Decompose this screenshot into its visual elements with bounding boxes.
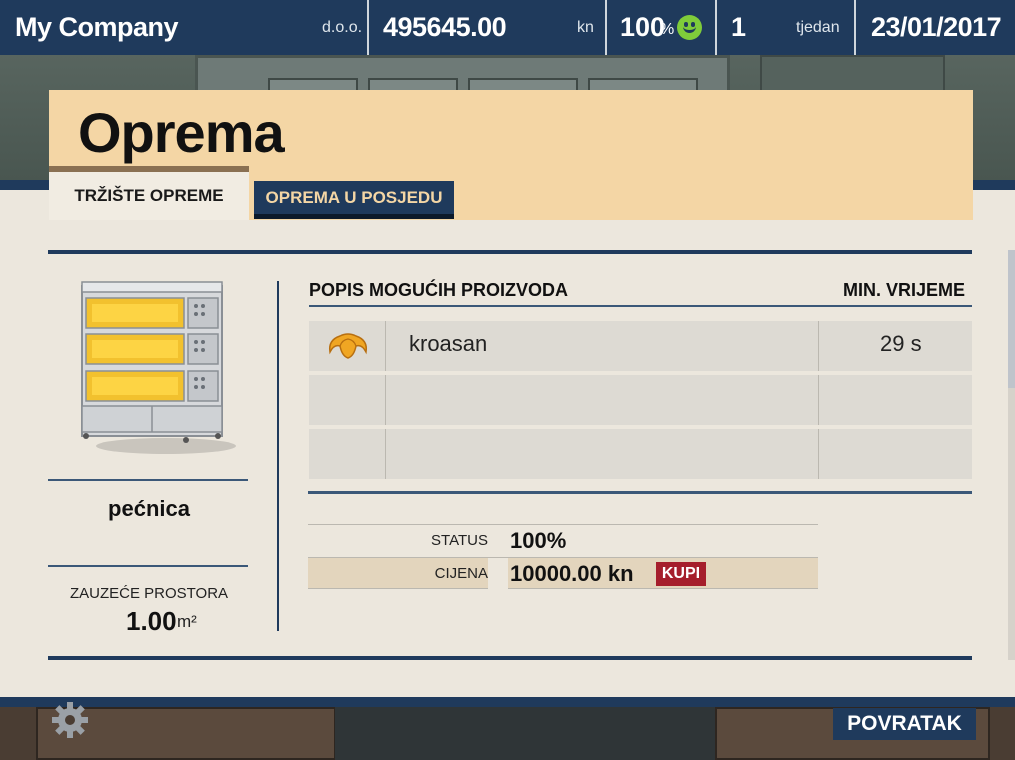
smiley-icon — [677, 15, 702, 40]
date-value: 23/01/2017 — [871, 12, 1002, 42]
back-button[interactable]: POVRATAK — [833, 708, 976, 740]
equipment-name: pećnica — [108, 496, 190, 521]
tab-equipment-market[interactable]: TRŽIŠTE OPREME — [49, 166, 249, 220]
space-unit: m² — [177, 612, 197, 631]
company-name: My Company — [15, 12, 179, 42]
space-value: 1.00 — [126, 606, 177, 636]
week-label: tjedan — [796, 18, 840, 36]
scrollbar-thumb[interactable] — [1008, 250, 1015, 388]
section-divider-bottom — [48, 656, 972, 660]
oven-illustration — [81, 281, 236, 454]
currency-label: kn — [577, 18, 594, 36]
page-title: Oprema — [78, 101, 285, 164]
divider — [367, 0, 369, 55]
divider — [48, 479, 248, 481]
scrollbar[interactable] — [1008, 250, 1015, 660]
top-bar: My Company d.o.o. 495645.00 kn 100 % 1 t… — [0, 0, 1015, 55]
status-row: STATUS 100% — [308, 524, 818, 556]
gear-icon[interactable] — [50, 700, 90, 740]
divider — [605, 0, 607, 55]
croissant-icon — [328, 333, 368, 359]
price-row: CIJENA 10000.00 kn — [308, 557, 818, 590]
space-label: ZAUZEĆE PROSTORA — [69, 585, 229, 602]
status-label: STATUS — [431, 532, 488, 549]
product-time: 29 s — [880, 331, 922, 356]
min-time-header: MIN. VRIJEME — [843, 280, 966, 300]
divider — [854, 0, 856, 55]
divider — [48, 565, 248, 567]
tab-owned-equipment[interactable]: OPREMA U POSJEDU — [254, 181, 454, 219]
status-value: 100% — [510, 528, 567, 553]
balance-value: 495645.00 — [383, 12, 507, 42]
products-header: POPIS MOGUĆIH PROIZVODA — [309, 280, 569, 300]
table-header-divider — [309, 305, 972, 307]
column-divider — [277, 281, 279, 631]
product-name: kroasan — [409, 331, 488, 356]
week-value: 1 — [731, 12, 747, 42]
company-suffix: d.o.o. — [322, 18, 363, 36]
table-row — [309, 429, 972, 479]
divider — [715, 0, 717, 55]
happiness-unit: % — [660, 20, 675, 38]
price-value: 10000.00 kn — [510, 561, 634, 586]
happiness-value: 100 — [620, 12, 666, 42]
section-divider-top — [48, 250, 972, 254]
price-label: CIJENA — [434, 565, 488, 582]
table-row — [309, 375, 972, 425]
buy-button[interactable]: KUPI — [656, 562, 706, 586]
table-footer-divider — [308, 491, 972, 494]
